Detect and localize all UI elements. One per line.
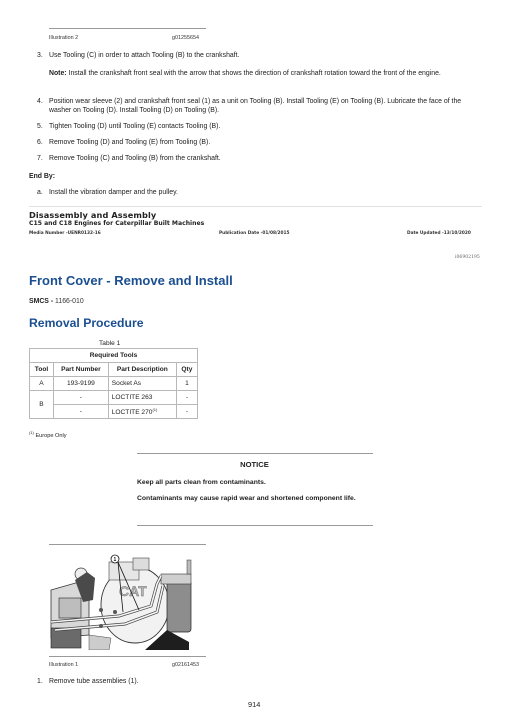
note-text: Install the crankshaft front seal with t… bbox=[66, 70, 441, 77]
illustration-top-label: Illustration 2 bbox=[49, 35, 79, 41]
illustration-bottom-bottom-rule bbox=[49, 656, 206, 657]
step-text: Remove Tooling (D) and Tooling (E) from … bbox=[49, 139, 211, 146]
step-text: Remove Tooling (C) and Tooling (B) from … bbox=[49, 155, 221, 162]
removal-step-1: 1. Remove tube assemblies (1). bbox=[37, 677, 497, 687]
description-text: LOCTITE 270 bbox=[111, 409, 153, 417]
cell-tool: A bbox=[28, 376, 55, 391]
cell-qty: 1 bbox=[175, 376, 199, 391]
smcs-value: 1166-010 bbox=[55, 298, 84, 305]
cell-qty: - bbox=[175, 390, 199, 405]
date-updated: Date Updated -13/10/2020 bbox=[407, 231, 471, 236]
step-number: 7. bbox=[37, 155, 43, 162]
cell-part-number: - bbox=[53, 404, 109, 419]
table-row: A 193-9199 Socket As 1 bbox=[28, 376, 199, 391]
table-caption: Table 1 bbox=[99, 340, 121, 347]
col-header-part-number: Part Number bbox=[53, 362, 109, 377]
step-number: 3. bbox=[37, 52, 43, 59]
step-3: 3. Use Tooling (C) in order to attach To… bbox=[37, 51, 497, 61]
page-number: 914 bbox=[248, 700, 261, 709]
step-number: 6. bbox=[37, 139, 43, 146]
notice-top-rule bbox=[137, 453, 373, 454]
col-header-tool: Tool bbox=[28, 362, 55, 377]
cell-description: LOCTITE 263 bbox=[107, 390, 177, 405]
smcs: SMCS - 1166-010 bbox=[29, 298, 84, 305]
illustration-top-code: g01255654 bbox=[172, 35, 199, 41]
media-number: Media Number -UENR0132-16 bbox=[29, 231, 101, 236]
doc-header-rule bbox=[29, 206, 482, 207]
cell-part-number: 193-9199 bbox=[53, 376, 109, 391]
section-title: Front Cover - Remove and Install bbox=[29, 273, 233, 288]
step-text: Use Tooling (C) in order to attach Tooli… bbox=[49, 52, 240, 59]
cell-description: Socket As bbox=[107, 376, 177, 391]
step-7: 7. Remove Tooling (C) and Tooling (B) fr… bbox=[37, 154, 497, 164]
table-title-row: Required Tools bbox=[29, 348, 198, 363]
note-label: Note: bbox=[49, 70, 67, 77]
doc-subtitle: C15 and C18 Engines for Caterpillar Buil… bbox=[29, 220, 205, 227]
step-number: 5. bbox=[37, 123, 43, 130]
illustration-bottom-code: g02161453 bbox=[172, 662, 199, 668]
cell-part-number: - bbox=[53, 390, 109, 405]
smcs-label: SMCS - bbox=[29, 298, 56, 305]
step-5: 5. Tighten Tooling (D) until Tooling (E)… bbox=[37, 122, 497, 132]
step-number: 4. bbox=[37, 98, 43, 105]
notice-line-2: Contaminants may cause rapid wear and sh… bbox=[137, 495, 356, 502]
callout-number: 1 bbox=[114, 557, 117, 563]
cell-tool: B bbox=[28, 390, 55, 419]
engine-illustration: CAT 1 bbox=[49, 550, 206, 651]
table-title: Required Tools bbox=[29, 348, 198, 363]
table-row: B - LOCTITE 263 - bbox=[28, 390, 199, 419]
step-number: a. bbox=[37, 189, 43, 196]
doc-title: Disassembly and Assembly bbox=[29, 210, 157, 220]
col-header-part-description: Part Description bbox=[107, 362, 177, 377]
step-text: Tighten Tooling (D) until Tooling (E) co… bbox=[49, 123, 221, 130]
step-number: 1. bbox=[37, 678, 43, 685]
table-footnote: (1) Europe Only bbox=[29, 430, 67, 439]
doc-id: i06902195 bbox=[455, 255, 480, 260]
subsection-title: Removal Procedure bbox=[29, 316, 144, 330]
end-by-label: End By: bbox=[29, 173, 56, 180]
table-header-row: Tool Part Number Part Description Qty bbox=[28, 362, 199, 377]
step-text: Position wear sleeve (2) and crankshaft … bbox=[49, 98, 462, 114]
notice-line-1: Keep all parts clean from contaminants. bbox=[137, 479, 266, 486]
cell-description: LOCTITE 270(1) bbox=[107, 404, 177, 419]
notice-title: NOTICE bbox=[240, 460, 269, 469]
illustration-bottom-label: Illustration 1 bbox=[49, 662, 79, 668]
cell-qty: - bbox=[175, 404, 199, 419]
table-row: - LOCTITE 270(1) - bbox=[30, 404, 199, 419]
footnote-text: Europe Only bbox=[33, 432, 67, 439]
step-4: 4. Position wear sleeve (2) and cranksha… bbox=[37, 97, 497, 117]
footnote-ref: (1) bbox=[152, 406, 158, 412]
step-6: 6. Remove Tooling (D) and Tooling (E) fr… bbox=[37, 138, 497, 148]
engine-illustration-svg: CAT 1 bbox=[49, 550, 206, 651]
step-text: Install the vibration damper and the pul… bbox=[49, 189, 178, 196]
col-header-qty: Qty bbox=[175, 362, 199, 377]
illustration-bottom-top-rule bbox=[49, 544, 206, 545]
required-tools-table: Required Tools Tool Part Number Part Des… bbox=[28, 348, 199, 419]
step-text: Remove tube assemblies (1). bbox=[49, 678, 139, 685]
notice-bottom-rule bbox=[137, 525, 373, 526]
note: Note: Install the crankshaft front seal … bbox=[49, 69, 469, 78]
illustration-top-rule bbox=[49, 28, 206, 29]
publication-date: Publication Date -01/08/2015 bbox=[219, 231, 290, 236]
end-by-item-a: a. Install the vibration damper and the … bbox=[37, 188, 497, 198]
